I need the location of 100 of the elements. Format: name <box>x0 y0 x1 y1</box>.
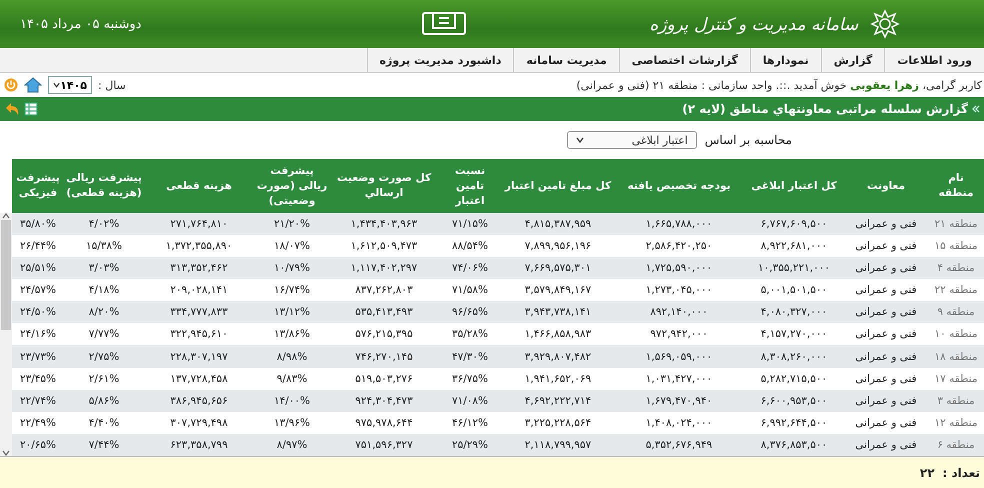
table-cell: ۷۱/۵۸% <box>438 279 502 302</box>
table-cell: فنی و عمرانی <box>844 257 928 280</box>
table-cell: ۴۶/۱۲% <box>438 412 502 434</box>
table-cell: منطقه ۳ <box>928 390 984 412</box>
table-cell: منطقه ۲۲ <box>928 279 984 302</box>
table-cell: ۱,۷۲۵,۵۹۰,۰۰۰ <box>614 257 744 280</box>
table-cell: ۴,۶۹۲,۲۲۲,۷۱۴ <box>502 390 614 412</box>
column-header[interactable]: پیشرفت فیزیکی <box>12 159 64 213</box>
table-cell: ۲۷۱,۷۶۴,۸۱۰ <box>144 213 254 236</box>
table-cell: ۸/۲۰% <box>64 301 144 324</box>
column-header[interactable]: بودجه تخصیص یافته <box>614 159 744 213</box>
table-cell: منطقه ۱۲ <box>928 412 984 434</box>
table-cell: ۳۳۴,۷۷۷,۸۳۳ <box>144 301 254 324</box>
year-label: سال : <box>98 78 126 92</box>
table-cell: ۷۴/۰۶% <box>438 257 502 280</box>
table-cell: ۱۵/۳۸% <box>64 235 144 258</box>
table-cell: ۱,۶۶۵,۷۸۸,۰۰۰ <box>614 213 744 236</box>
table-cell: ۳۸۶,۹۴۵,۶۵۶ <box>144 390 254 412</box>
scrollbar[interactable] <box>0 213 12 456</box>
table-cell: ۴,۸۱۵,۳۸۷,۹۵۹ <box>502 213 614 236</box>
table-cell: ۲۰/۶۵% <box>12 434 64 456</box>
menu-item[interactable]: نمودارها <box>750 48 821 72</box>
table-cell: ۲۴/۵۰% <box>12 301 64 324</box>
table-cell: ۱۳/۱۲% <box>254 301 330 324</box>
table-cell: ۴/۰۲% <box>64 213 144 236</box>
table-cell: ۹۲۴,۳۰۴,۴۷۳ <box>330 390 438 412</box>
table-cell: ۶۲۳,۳۵۸,۷۹۹ <box>144 434 254 456</box>
table-cell: ۱۰/۷۹% <box>254 257 330 280</box>
table-cell: ۲۰۹,۰۲۸,۱۴۱ <box>144 279 254 302</box>
column-header[interactable]: هزینه قطعی <box>144 159 254 213</box>
column-header[interactable]: نسبت تامین اعتبار <box>438 159 502 213</box>
table-cell: ۷,۶۶۹,۵۷۵,۳۰۱ <box>502 257 614 280</box>
spreadsheet-icon[interactable] <box>24 102 38 116</box>
table-cell: ۴۷/۳۰% <box>438 345 502 368</box>
table-cell: ۳,۲۲۵,۲۲۸,۵۶۴ <box>502 412 614 434</box>
caret-icon <box>53 82 60 88</box>
table-cell: ۳۰۷,۷۲۹,۴۹۸ <box>144 412 254 434</box>
calculation-select[interactable]: اعتبار ابلاغی <box>566 131 697 149</box>
column-header[interactable]: کل مبلغ تامین اعتبار <box>502 159 614 213</box>
menu-item[interactable]: ورود اطلاعات <box>884 48 984 72</box>
menu-item[interactable]: داشبورد مدیریت پروژه <box>366 48 514 72</box>
table-cell: ۲۵/۲۹% <box>438 434 502 456</box>
table-cell: ۷۱/۱۵% <box>438 213 502 236</box>
table-cell: ۶,۶۰۰,۹۵۳,۵۰۰ <box>744 390 844 412</box>
filter-label: محاسبه بر اساس <box>704 133 792 147</box>
column-header[interactable]: کل اعتبار ابلاغی <box>744 159 844 213</box>
column-header[interactable]: کل صورت وضعیت ارسالي <box>330 159 438 213</box>
caret-icon <box>576 137 584 143</box>
table-cell: منطقه ۴ <box>928 257 984 280</box>
table-cell: منطقه ۹ <box>928 301 984 324</box>
column-header[interactable]: پیشرفت ریالی (هزینه قطعی) <box>64 159 144 213</box>
table-cell: ۲۲/۷۴% <box>12 390 64 412</box>
table-cell: ۹۶/۶۵% <box>438 301 502 324</box>
table-cell: منطقه ۱۵ <box>928 235 984 258</box>
year-select[interactable]: ۱۴۰۵ <box>48 76 92 94</box>
table-cell: ۸/۹۷% <box>254 434 330 456</box>
table-cell: ۲۱/۲۰% <box>254 213 330 236</box>
table-cell: فنی و عمرانی <box>844 412 928 434</box>
table-cell: ۸,۳۰۸,۲۶۰,۰۰۰ <box>744 345 844 368</box>
column-header[interactable]: پیشرفت ریالی (صورت وضعیتی) <box>254 159 330 213</box>
table-cell: ۳,۹۴۳,۷۳۸,۱۴۱ <box>502 301 614 324</box>
menu-item[interactable]: گزارش <box>820 48 884 72</box>
menu-item[interactable]: گزارشات اختصاصی <box>618 48 750 72</box>
table-cell: ۱۸/۰۷% <box>254 235 330 258</box>
count-label: تعداد : <box>942 466 980 480</box>
table-cell: ۲/۷۵% <box>64 345 144 368</box>
table-cell: ۳۱۳,۳۵۲,۴۶۲ <box>144 257 254 280</box>
table-cell: ۲۳/۷۳% <box>12 345 64 368</box>
table-cell: فنی و عمرانی <box>844 301 928 324</box>
table-cell: ۲,۵۸۶,۴۲۰,۲۵۰ <box>614 235 744 258</box>
table-cell: ۷/۴۴% <box>64 434 144 456</box>
table-cell: ۲۶/۴۴% <box>12 235 64 258</box>
scroll-down-icon[interactable] <box>2 450 10 456</box>
table-cell: ۴/۱۸% <box>64 279 144 302</box>
column-header[interactable]: معاونت <box>844 159 928 213</box>
count-value: ۲۲ <box>920 466 935 480</box>
report-title: گزارش سلسله مراتبی معاونتهاي مناطق (لايه ۲) <box>682 102 968 116</box>
table-cell: ۱۳/۹۶% <box>254 412 330 434</box>
table-cell: ۵۳۵,۴۱۳,۴۹۳ <box>330 301 438 324</box>
table-cell: ۴/۴۰% <box>64 412 144 434</box>
table-cell: ۶,۷۶۷,۶۰۹,۵۰۰ <box>744 213 844 236</box>
table-cell: ۸۹۲,۱۴۰,۰۰۰ <box>614 301 744 324</box>
table-cell: ۷۴۶,۲۷۰,۱۴۵ <box>330 345 438 368</box>
menu-item[interactable]: مدیریت سامانه <box>513 48 619 72</box>
table-cell: ۸۸/۵۴% <box>438 235 502 258</box>
table-cell: ۲۴/۵۷% <box>12 279 64 302</box>
table-cell: ۴,۰۸۰,۳۲۷,۰۰۰ <box>744 301 844 324</box>
table-cell: ۱۰,۳۵۵,۲۲۱,۰۰۰ <box>744 257 844 280</box>
column-header[interactable]: نام منطقه <box>928 159 984 213</box>
table-cell: فنی و عمرانی <box>844 213 928 236</box>
table-cell: ۲۲۸,۳۰۷,۱۹۷ <box>144 345 254 368</box>
welcome-text: کاربر گرامی، زهرا یعقوبی خوش آمدید .::. واحد سازمانی : منطقه ۲۱ (فنی و عمرانی) <box>576 78 982 92</box>
home-icon[interactable] <box>24 77 42 93</box>
scroll-up-icon[interactable] <box>2 213 10 219</box>
table-cell: فنی و عمرانی <box>844 390 928 412</box>
table-cell: فنی و عمرانی <box>844 235 928 258</box>
table-cell: ۹۷۵,۹۷۸,۶۴۴ <box>330 412 438 434</box>
table-cell: ۱۶/۷۴% <box>254 279 330 302</box>
table-cell: ۱,۱۱۷,۴۰۲,۲۹۷ <box>330 257 438 280</box>
table-cell: ۳/۰۳% <box>64 257 144 280</box>
